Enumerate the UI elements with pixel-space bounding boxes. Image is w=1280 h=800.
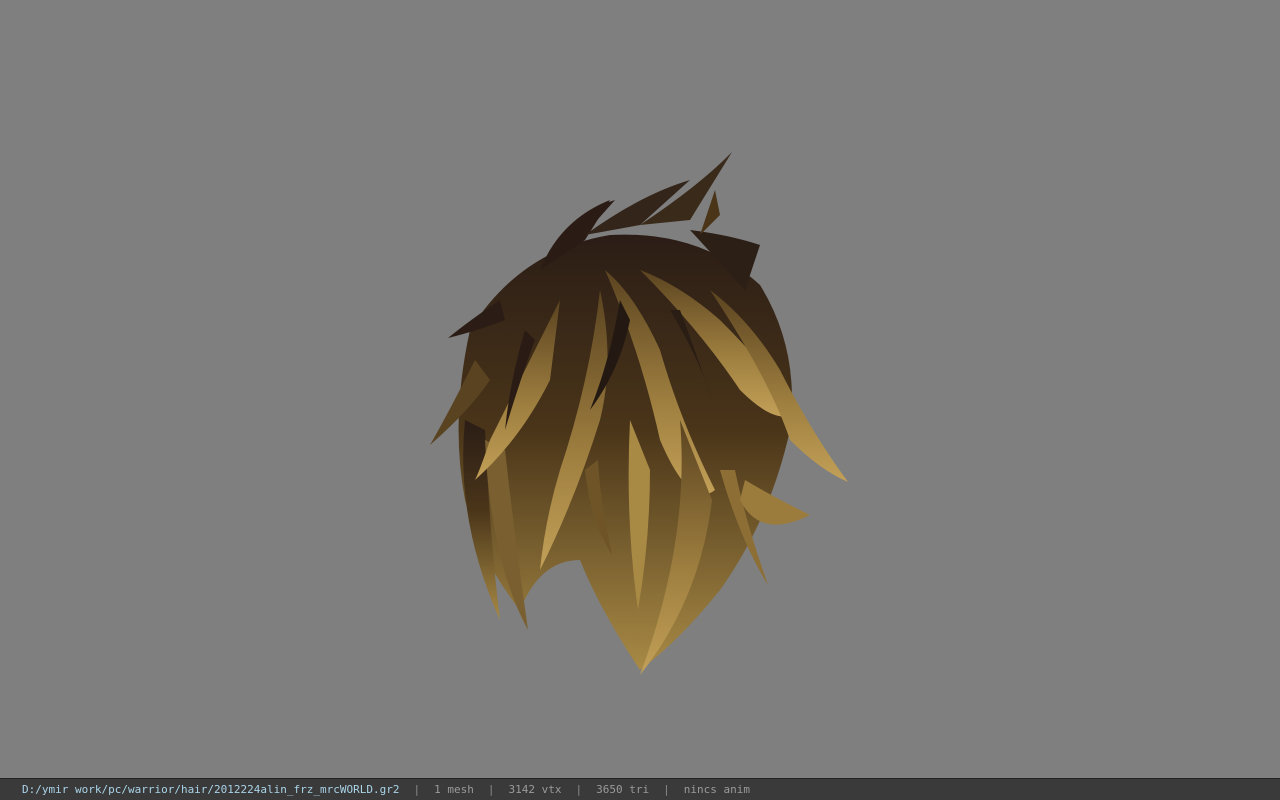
separator: | (413, 783, 421, 796)
separator: | (575, 783, 583, 796)
separator: | (487, 783, 495, 796)
status-bar: D:/ymir work/pc/warrior/hair/2012224alin… (0, 778, 1280, 800)
3d-viewport[interactable] (0, 0, 1280, 778)
triangle-count-text: 3650 tri (596, 783, 650, 796)
file-path-text: D:/ymir work/pc/warrior/hair/2012224alin… (22, 783, 400, 796)
anim-status-text: nincs anim (683, 783, 750, 796)
separator: | (663, 783, 670, 796)
vertex-count-text: 3142 vtx (508, 783, 562, 796)
hair-model[interactable] (0, 0, 1280, 778)
mesh-count-text: 1 mesh (434, 783, 474, 796)
